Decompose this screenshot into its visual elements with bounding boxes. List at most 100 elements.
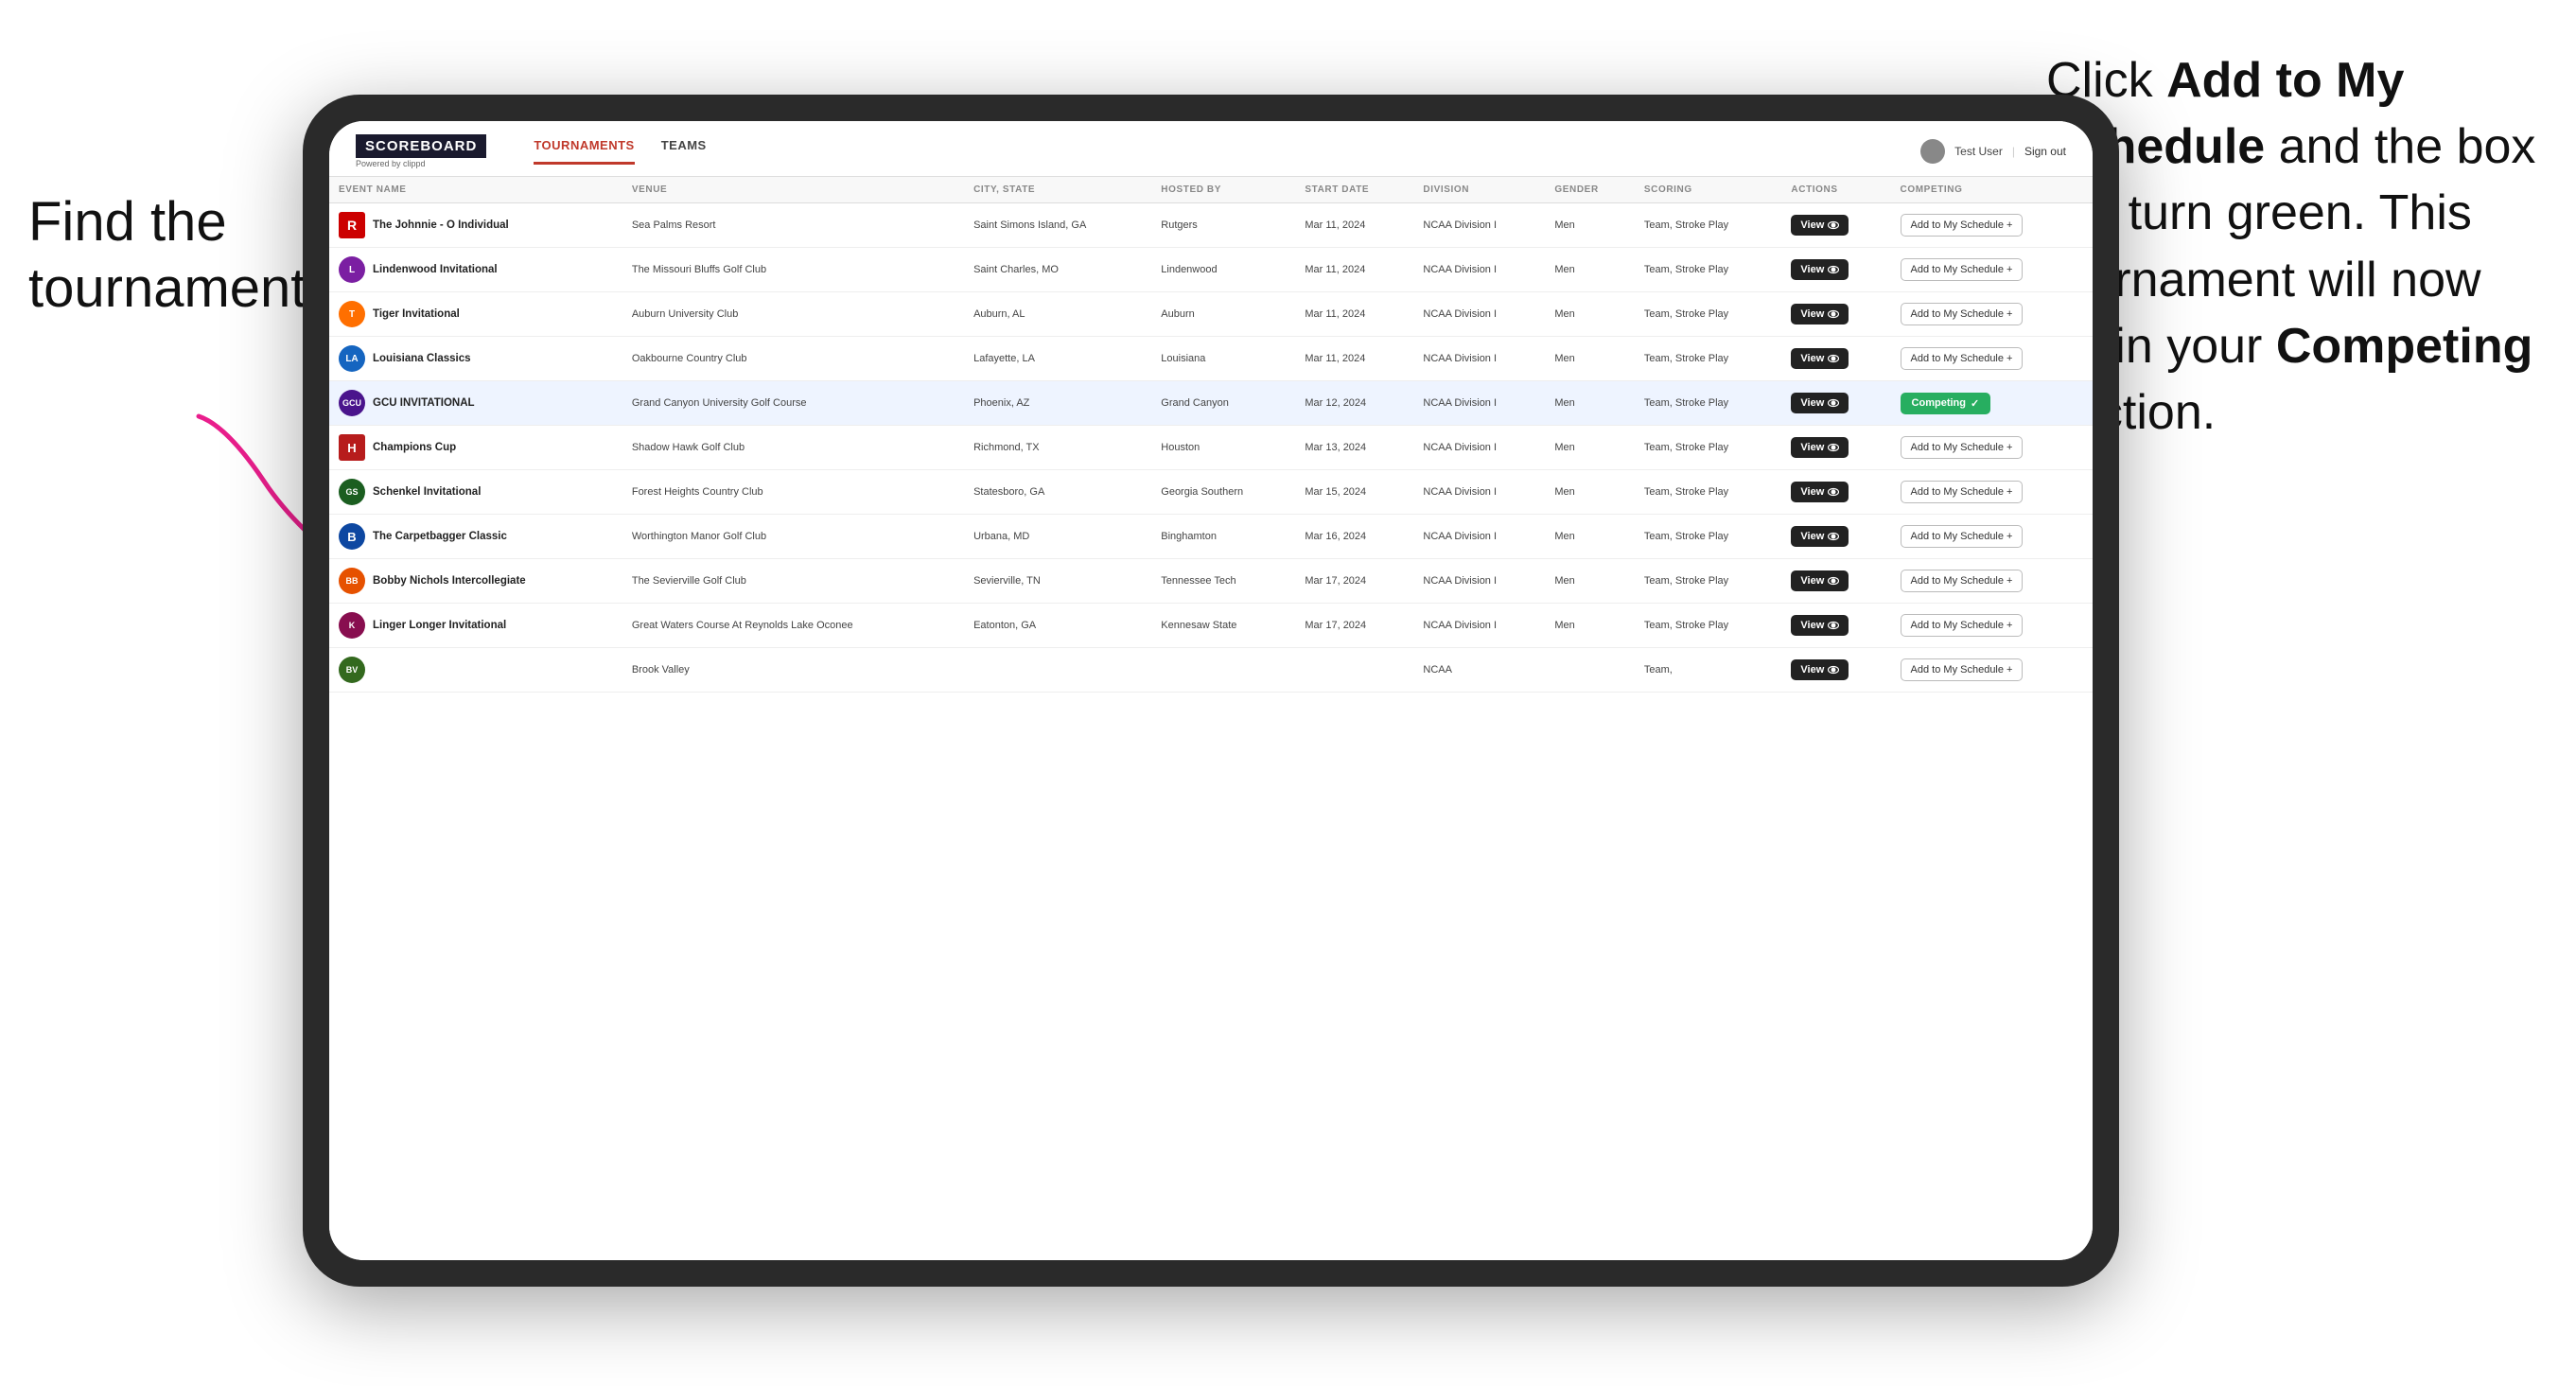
td-city: Urbana, MD (964, 515, 1151, 559)
plus-icon: + (2006, 575, 2012, 587)
add-schedule-button[interactable]: Add to My Schedule + (1901, 347, 2024, 370)
competing-button[interactable]: Competing ✓ (1901, 393, 1991, 414)
td-venue: Auburn University Club (622, 292, 964, 337)
td-hosted: Grand Canyon (1151, 381, 1295, 426)
td-city: Richmond, TX (964, 426, 1151, 470)
view-button[interactable]: View (1791, 526, 1849, 547)
nav-tab-teams[interactable]: TEAMS (661, 138, 707, 165)
td-city (964, 648, 1151, 693)
td-competing: Competing ✓ (1891, 381, 2093, 426)
td-event-name: H Champions Cup (329, 426, 622, 470)
table-header-row: EVENT NAME VENUE CITY, STATE HOSTED BY S… (329, 177, 2093, 203)
table-row: B The Carpetbagger Classic Worthington M… (329, 515, 2093, 559)
logo-text: SCOREBOARD (356, 134, 486, 158)
td-competing: Add to My Schedule + (1891, 559, 2093, 604)
team-logo: GS (339, 479, 365, 505)
td-event-name: K Linger Longer Invitational (329, 604, 622, 648)
td-scoring: Team, Stroke Play (1635, 203, 1782, 248)
td-gender: Men (1545, 248, 1635, 292)
td-scoring: Team, Stroke Play (1635, 337, 1782, 381)
td-gender: Men (1545, 470, 1635, 515)
tournaments-table-container: EVENT NAME VENUE CITY, STATE HOSTED BY S… (329, 177, 2093, 1260)
view-button[interactable]: View (1791, 659, 1849, 680)
td-hosted (1151, 648, 1295, 693)
team-logo: H (339, 434, 365, 461)
td-scoring: Team, Stroke Play (1635, 426, 1782, 470)
td-city: Saint Charles, MO (964, 248, 1151, 292)
sign-out-link[interactable]: Sign out (2024, 145, 2066, 158)
add-schedule-button[interactable]: Add to My Schedule + (1901, 303, 2024, 325)
eye-icon (1828, 264, 1839, 275)
nav-tab-tournaments[interactable]: TOURNAMENTS (534, 138, 634, 165)
team-logo: LA (339, 345, 365, 372)
td-hosted: Tennessee Tech (1151, 559, 1295, 604)
td-event-name: BB Bobby Nichols Intercollegiate (329, 559, 622, 604)
add-schedule-button[interactable]: Add to My Schedule + (1901, 258, 2024, 281)
td-actions: View (1781, 292, 1890, 337)
view-button[interactable]: View (1791, 570, 1849, 591)
add-schedule-button[interactable]: Add to My Schedule + (1901, 525, 2024, 548)
view-button[interactable]: View (1791, 215, 1849, 236)
add-schedule-button[interactable]: Add to My Schedule + (1901, 614, 2024, 637)
add-schedule-button[interactable]: Add to My Schedule + (1901, 436, 2024, 459)
team-logo: B (339, 523, 365, 550)
eye-icon (1828, 664, 1839, 675)
td-competing: Add to My Schedule + (1891, 515, 2093, 559)
td-venue: Shadow Hawk Golf Club (622, 426, 964, 470)
view-button[interactable]: View (1791, 393, 1849, 413)
event-name-text: Tiger Invitational (373, 308, 460, 320)
add-schedule-button[interactable]: Add to My Schedule + (1901, 481, 2024, 503)
event-name-text: GCU INVITATIONAL (373, 397, 475, 409)
eye-icon (1828, 442, 1839, 453)
td-hosted: Kennesaw State (1151, 604, 1295, 648)
td-actions: View (1781, 203, 1890, 248)
annotation-bold2: Competing (2276, 319, 2533, 374)
team-logo: R (339, 212, 365, 238)
annotation-left: Find the tournament. (28, 189, 350, 321)
view-button[interactable]: View (1791, 259, 1849, 280)
td-gender: Men (1545, 292, 1635, 337)
td-scoring: Team, Stroke Play (1635, 248, 1782, 292)
td-event-name: T Tiger Invitational (329, 292, 622, 337)
col-actions: ACTIONS (1781, 177, 1890, 203)
td-division: NCAA (1413, 648, 1545, 693)
td-competing: Add to My Schedule + (1891, 203, 2093, 248)
plus-icon: + (2006, 308, 2012, 320)
view-button[interactable]: View (1791, 348, 1849, 369)
plus-icon: + (2006, 442, 2012, 453)
view-button[interactable]: View (1791, 437, 1849, 458)
add-schedule-button[interactable]: Add to My Schedule + (1901, 570, 2024, 592)
td-competing: Add to My Schedule + (1891, 604, 2093, 648)
add-schedule-button[interactable]: Add to My Schedule + (1901, 658, 2024, 681)
tournaments-table: EVENT NAME VENUE CITY, STATE HOSTED BY S… (329, 177, 2093, 693)
table-row: GCU GCU INVITATIONAL Grand Canyon Univer… (329, 381, 2093, 426)
td-hosted: Georgia Southern (1151, 470, 1295, 515)
td-date: Mar 15, 2024 (1295, 470, 1413, 515)
td-division: NCAA Division I (1413, 292, 1545, 337)
td-actions: View (1781, 470, 1890, 515)
td-scoring: Team, Stroke Play (1635, 381, 1782, 426)
td-hosted: Louisiana (1151, 337, 1295, 381)
td-scoring: Team, Stroke Play (1635, 470, 1782, 515)
td-division: NCAA Division I (1413, 426, 1545, 470)
td-date: Mar 17, 2024 (1295, 604, 1413, 648)
view-button[interactable]: View (1791, 304, 1849, 325)
td-venue: Oakbourne Country Club (622, 337, 964, 381)
checkmark-icon: ✓ (1971, 397, 1979, 410)
td-competing: Add to My Schedule + (1891, 648, 2093, 693)
col-scoring: SCORING (1635, 177, 1782, 203)
view-button[interactable]: View (1791, 482, 1849, 502)
table-row: K Linger Longer Invitational Great Water… (329, 604, 2093, 648)
main-nav: TOURNAMENTS TEAMS (534, 138, 706, 165)
col-start-date: START DATE (1295, 177, 1413, 203)
plus-icon: + (2006, 531, 2012, 542)
plus-icon: + (2006, 486, 2012, 498)
td-actions: View (1781, 648, 1890, 693)
app-header: SCOREBOARD Powered by clippd TOURNAMENTS… (329, 121, 2093, 177)
col-competing: COMPETING (1891, 177, 2093, 203)
eye-icon (1828, 308, 1839, 320)
plus-icon: + (2006, 219, 2012, 231)
view-button[interactable]: View (1791, 615, 1849, 636)
add-schedule-button[interactable]: Add to My Schedule + (1901, 214, 2024, 237)
table-body: R The Johnnie - O Individual Sea Palms R… (329, 203, 2093, 693)
